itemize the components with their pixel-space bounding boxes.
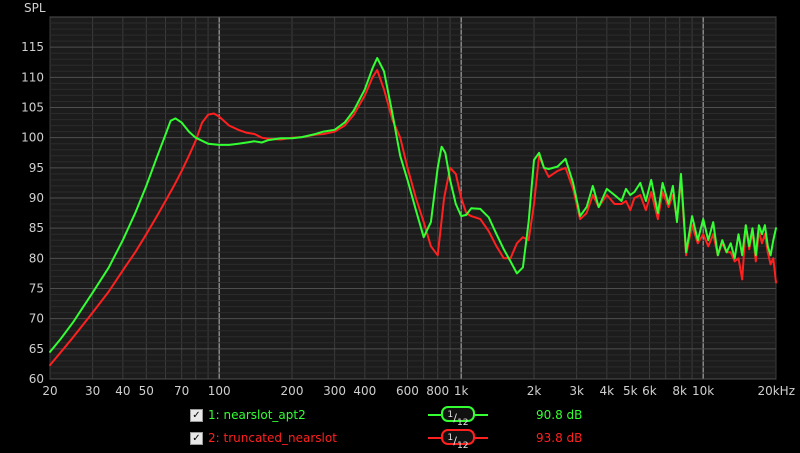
y-tick-label: 80 [29, 251, 44, 265]
x-tick-label: 3k [569, 384, 584, 398]
x-tick-label: 50 [139, 384, 154, 398]
series-2-line-swatch-left [428, 437, 441, 439]
x-tick-label: 20kHz [757, 384, 795, 398]
x-tick-label: 8k [672, 384, 687, 398]
x-tick-label: 4k [600, 384, 615, 398]
series-1-smoothing-denominator: 12 [456, 416, 469, 428]
series-2-smoothing-button[interactable]: 1/12 [441, 429, 475, 451]
series-1-label[interactable]: 1: nearslot_apt2 [208, 408, 306, 422]
series-1-line-swatch-right [475, 414, 488, 416]
series-2-checkbox[interactable]: ✓ [190, 432, 203, 445]
x-tick-label: 400 [353, 384, 376, 398]
x-tick-label: 800 [426, 384, 449, 398]
y-tick-label: 70 [29, 312, 44, 326]
y-tick-label: 115 [21, 40, 44, 54]
y-tick-label: 95 [29, 161, 44, 175]
x-tick-label: 6k [642, 384, 657, 398]
y-tick-label: 105 [21, 101, 44, 115]
series-2-label[interactable]: 2: truncated_nearslot [208, 431, 337, 445]
x-tick-label: 5k [623, 384, 638, 398]
series-2-smoothing-denominator: 12 [456, 439, 469, 451]
series-2-line-swatch-right [475, 437, 488, 439]
y-axis-label: SPL [24, 1, 46, 15]
x-tick-label: 2k [527, 384, 542, 398]
legend: ✓ 1: nearslot_apt2 1/12 90.8 dB ✓ 2: tru… [0, 402, 800, 453]
x-tick-label: 300 [323, 384, 346, 398]
series-1-checkbox[interactable]: ✓ [190, 409, 203, 422]
series-2-smoothing-numerator: 1 [447, 432, 454, 443]
x-tick-label: 600 [396, 384, 419, 398]
series-1-smoothing-numerator: 1 [447, 409, 454, 420]
x-tick-label: 1k [454, 384, 469, 398]
x-tick-label: 40 [115, 384, 130, 398]
y-tick-label: 90 [29, 191, 44, 205]
series-1-line-swatch-left [428, 414, 441, 416]
y-tick-label: 65 [29, 342, 44, 356]
x-tick-label: 70 [174, 384, 189, 398]
series-2-spl-value: 93.8 dB [536, 431, 583, 445]
x-tick-label: 20 [42, 384, 57, 398]
y-tick-label: 100 [21, 131, 44, 145]
y-tick-label: 85 [29, 221, 44, 235]
y-tick-label: 110 [21, 70, 44, 84]
x-tick-label: 30 [85, 384, 100, 398]
x-tick-label: 200 [281, 384, 304, 398]
legend-row-series-2: ✓ 2: truncated_nearslot 1/12 93.8 dB [0, 428, 800, 451]
spl-chart[interactable]: 6065707580859095100105110115 20 30 40 50 70 1… [0, 0, 800, 402]
x-tick-label: 100 [208, 384, 231, 398]
series-1-smoothing-button[interactable]: 1/12 [441, 406, 475, 428]
legend-row-series-1: ✓ 1: nearslot_apt2 1/12 90.8 dB [0, 405, 800, 428]
x-tick-label: 10k [692, 384, 714, 398]
y-tick-label: 75 [29, 282, 44, 296]
series-1-spl-value: 90.8 dB [536, 408, 583, 422]
